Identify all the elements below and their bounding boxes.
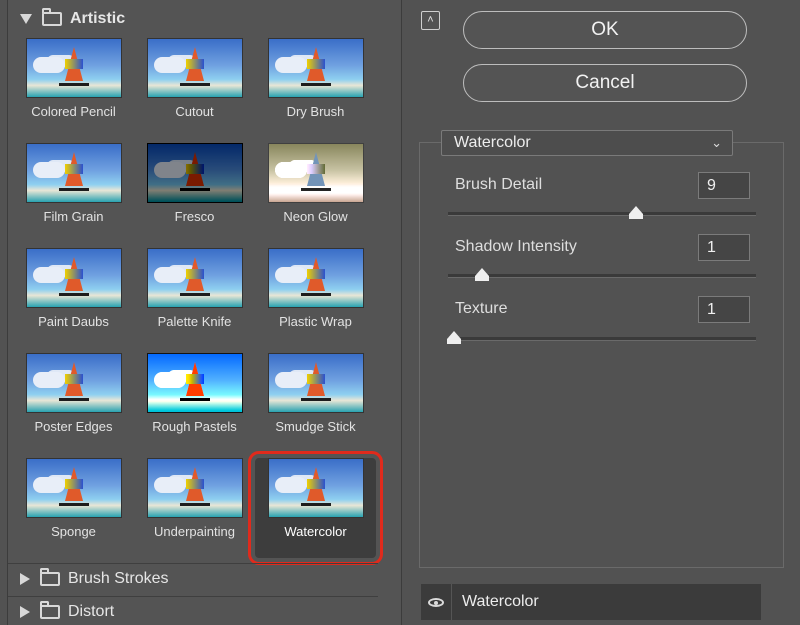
filter-thumbnails: Colored Pencil Cutout Dry Brush Film Gra… [8, 38, 383, 565]
thumbnail-image [25, 248, 122, 308]
brush-detail-label: Brush Detail [455, 176, 543, 193]
thumbnail-image [267, 458, 364, 518]
category-label: Brush Strokes [68, 570, 169, 587]
shadow-intensity-slider[interactable] [448, 268, 756, 281]
filter-label: Colored Pencil [31, 104, 116, 119]
shadow-intensity-label: Shadow Intensity [455, 238, 577, 255]
filter-gallery: Artistic Colored Pencil Cutout Dry Brush… [7, 0, 402, 625]
filter-label: Paint Daubs [38, 314, 109, 329]
thumbnail-image [25, 458, 122, 518]
effect-layer-row[interactable]: Watercolor [421, 584, 761, 620]
filter-colored-pencil[interactable]: Colored Pencil [13, 38, 134, 143]
filter-film-grain[interactable]: Film Grain [13, 143, 134, 248]
thumbnail-image [267, 248, 364, 308]
brush-detail-input[interactable]: 9 [698, 172, 750, 199]
category-artistic[interactable]: Artistic [8, 4, 378, 34]
double-chevron-up-icon: ˄ [427, 14, 434, 26]
folder-icon [40, 568, 60, 586]
category-distort[interactable]: Distort [8, 596, 378, 625]
thumbnail-image [267, 353, 364, 413]
thumbnail-image [267, 143, 364, 203]
category-brush-strokes[interactable]: Brush Strokes [8, 563, 378, 594]
category-label: Artistic [70, 10, 126, 27]
thumbnail-image [25, 353, 122, 413]
filter-underpainting[interactable]: Underpainting [134, 458, 255, 563]
filter-neon-glow[interactable]: Neon Glow [255, 143, 376, 248]
thumbnail-image [25, 143, 122, 203]
ok-button[interactable]: OK [463, 11, 747, 49]
filter-poster-edges[interactable]: Poster Edges [13, 353, 134, 458]
effect-layer-name: Watercolor [462, 593, 539, 610]
brush-detail-slider[interactable] [448, 206, 756, 219]
thumbnail-image [25, 38, 122, 98]
thumbnail-image [267, 38, 364, 98]
filter-settings-panel [419, 142, 784, 568]
filter-fresco[interactable]: Fresco [134, 143, 255, 248]
chevron-down-icon: ⌄ [711, 135, 722, 150]
thumbnail-image [146, 248, 243, 308]
filter-smudge-stick[interactable]: Smudge Stick [255, 353, 376, 458]
filter-dry-brush[interactable]: Dry Brush [255, 38, 376, 143]
thumbnail-image [146, 458, 243, 518]
texture-slider[interactable] [447, 331, 756, 344]
texture-input[interactable]: 1 [698, 296, 750, 323]
filter-label: Palette Knife [157, 314, 232, 329]
filter-label: Cutout [175, 104, 214, 119]
filter-palette-knife[interactable]: Palette Knife [134, 248, 255, 353]
thumbnail-image [146, 353, 243, 413]
filter-label: Sponge [51, 524, 96, 539]
filter-label: Watercolor [284, 524, 347, 539]
slider-handle[interactable] [475, 268, 489, 281]
triangle-down-icon [20, 14, 32, 24]
filter-sponge[interactable]: Sponge [13, 458, 134, 563]
eye-icon [428, 597, 444, 607]
filter-label: Underpainting [154, 524, 235, 539]
thumbnail-image [146, 38, 243, 98]
cancel-button[interactable]: Cancel [463, 64, 747, 102]
filter-select-value: Watercolor [454, 134, 531, 151]
filter-select[interactable]: Watercolor ⌄ [441, 130, 733, 156]
visibility-toggle[interactable] [421, 584, 452, 620]
filter-label: Neon Glow [283, 209, 348, 224]
filter-rough-pastels[interactable]: Rough Pastels [134, 353, 255, 458]
filter-label: Rough Pastels [152, 419, 237, 434]
texture-label: Texture [455, 300, 508, 317]
filter-label: Fresco [174, 209, 215, 224]
shadow-intensity-input[interactable]: 1 [698, 234, 750, 261]
triangle-right-icon [20, 606, 30, 618]
filter-watercolor[interactable]: Watercolor [248, 451, 383, 565]
category-label: Distort [68, 603, 115, 620]
filter-label: Poster Edges [34, 419, 113, 434]
filter-cutout[interactable]: Cutout [134, 38, 255, 143]
filter-label: Smudge Stick [275, 419, 356, 434]
folder-icon [42, 8, 62, 26]
slider-handle[interactable] [629, 206, 643, 219]
filter-plastic-wrap[interactable]: Plastic Wrap [255, 248, 376, 353]
slider-handle[interactable] [447, 331, 461, 344]
filter-label: Plastic Wrap [279, 314, 352, 329]
filter-label: Dry Brush [286, 104, 345, 119]
filter-paint-daubs[interactable]: Paint Daubs [13, 248, 134, 353]
triangle-right-icon [20, 573, 30, 585]
filter-label: Film Grain [43, 209, 104, 224]
thumbnail-image [146, 143, 243, 203]
collapse-gallery-button[interactable]: ˄ [421, 11, 440, 30]
folder-icon [40, 601, 60, 619]
